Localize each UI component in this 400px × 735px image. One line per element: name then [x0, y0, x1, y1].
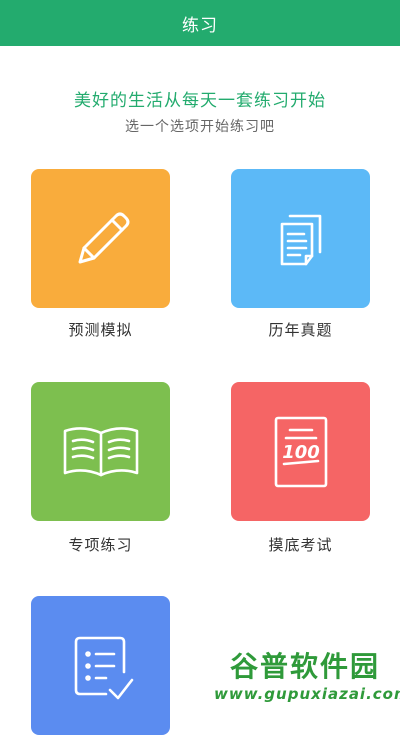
mock-test-tile[interactable] [31, 169, 170, 308]
task-list-tile[interactable] [31, 596, 170, 735]
tile-label-past-papers: 历年真题 [268, 321, 333, 339]
open-book-icon [63, 426, 138, 476]
watermark-logo: 谷普软件园 www.gupuxiazai.com [214, 645, 400, 707]
page-title: 练习 [182, 15, 218, 36]
watermark-url: www.gupuxiazai.com [214, 685, 400, 703]
slogan-text: 美好的生活从每天一套练习开始 [74, 91, 326, 111]
app-header: 练习 [0, 0, 400, 46]
watermark-title: 谷普软件园 [229, 650, 380, 683]
subtitle-text: 选一个选项开始练习吧 [125, 119, 275, 135]
tile-label-topic-practice: 专项练习 [68, 536, 133, 554]
tile-label-placement-exam: 摸底考试 [268, 536, 333, 554]
placement-exam-tile[interactable]: 100 [231, 382, 370, 521]
past-papers-tile[interactable] [231, 169, 370, 308]
svg-text:100: 100 [282, 442, 320, 463]
topic-practice-tile[interactable] [31, 382, 170, 521]
pencil-icon [78, 212, 129, 263]
tile-label-mock-test: 预测模拟 [68, 321, 133, 339]
documents-icon [280, 214, 321, 265]
checklist-icon [74, 636, 133, 699]
exam-score-icon: 100 [274, 416, 327, 487]
